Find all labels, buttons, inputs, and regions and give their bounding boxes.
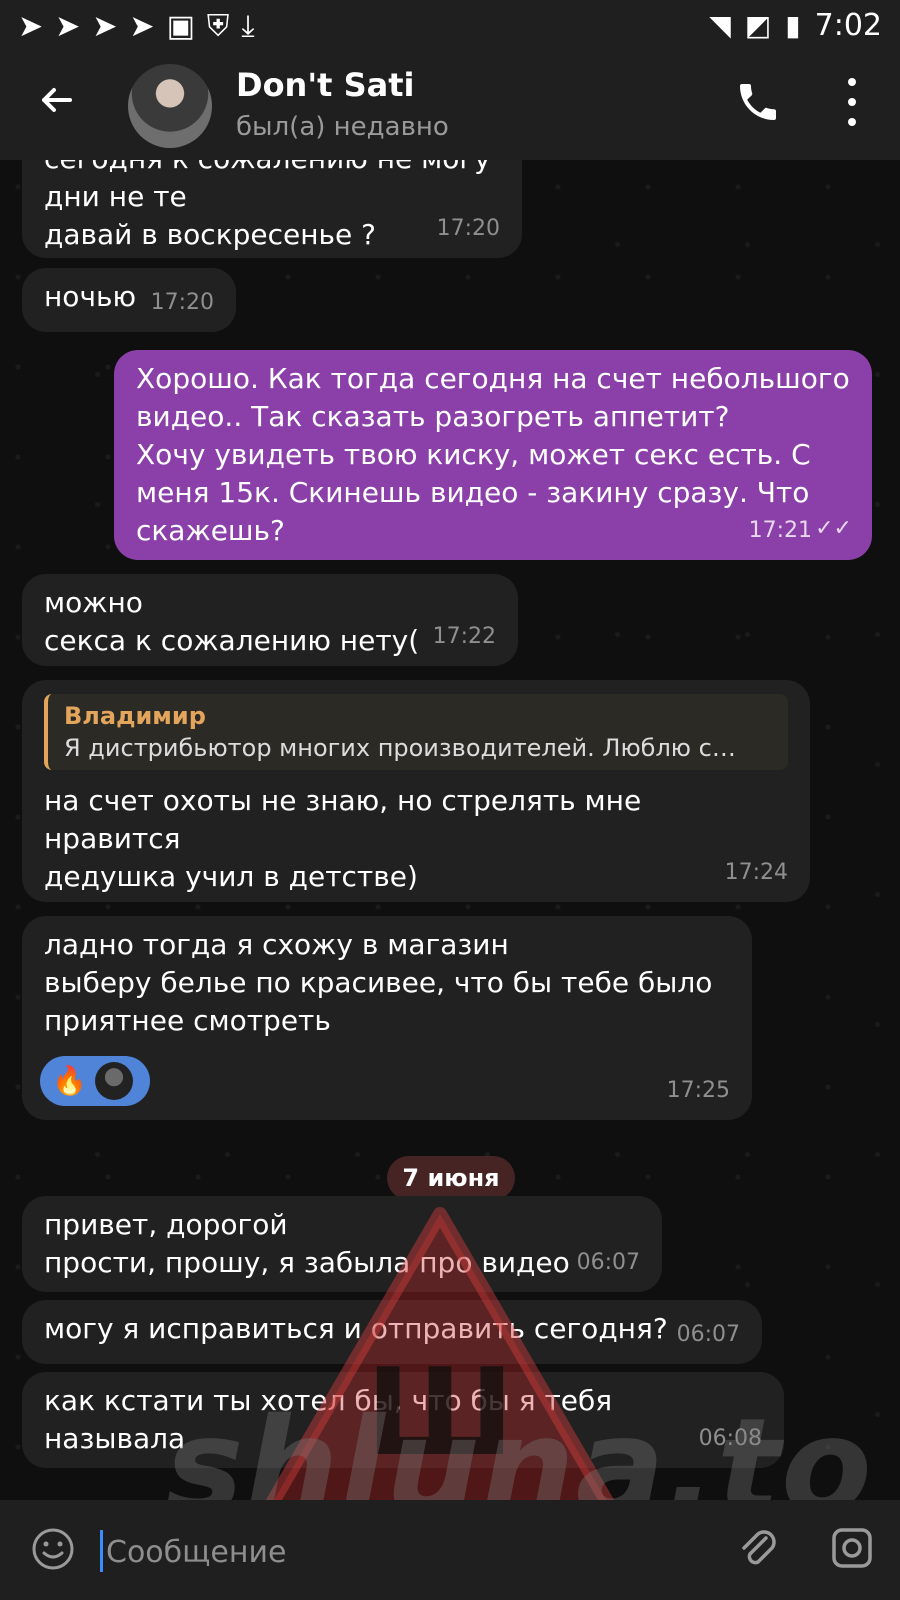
message-text: Хорошо. Как тогда сегодня на счет неболь… — [136, 362, 850, 547]
message-bubble-incoming[interactable]: ладно тогда я схожу в магазин выберу бел… — [22, 916, 752, 1120]
status-bar: ➤ ➤ ➤ ➤ ▣ ⛨ ⤓ ◥ ◩ ▮ 7:02 — [0, 0, 900, 52]
message-bubble-incoming[interactable]: ночью 17:20 — [22, 268, 236, 332]
battery-icon: ▮ — [785, 9, 801, 42]
no-signal-icon: ◩ — [744, 9, 772, 42]
message-time: 17:25 — [666, 1078, 730, 1103]
message-time: 17:20 — [436, 216, 500, 241]
contact-status: был(а) недавно — [236, 112, 449, 142]
reactor-avatar — [94, 1062, 133, 1100]
notification-icons: ➤ ➤ ➤ ➤ ▣ ⛨ ⤓ — [0, 9, 255, 44]
attach-button[interactable] — [734, 1524, 782, 1572]
status-time: 7:02 — [814, 8, 882, 43]
back-button[interactable] — [36, 80, 76, 130]
message-bubble-incoming[interactable]: можно секса к сожалению нету( 17:22 — [22, 574, 518, 666]
watermark-text: shluna.to — [165, 1390, 873, 1500]
message-text: сегодня к сожалению не могу дни не те да… — [44, 160, 491, 251]
message-text: можно секса к сожалению нету( — [44, 586, 420, 657]
fire-reaction-icon: 🔥 — [52, 1064, 87, 1097]
send-icon: ➤ — [92, 8, 118, 44]
contact-name[interactable]: Don't Sati — [236, 66, 414, 104]
message-time: 06:07 — [676, 1322, 740, 1347]
wifi-icon: ◥ — [709, 9, 731, 42]
chat-header: Don't Sati был(а) недавно — [0, 52, 900, 160]
phone-icon — [740, 84, 776, 120]
more-menu-button[interactable] — [840, 78, 864, 126]
read-checkmarks-icon: ✓✓ — [815, 516, 852, 541]
reaction-chip[interactable]: 🔥 — [40, 1056, 150, 1106]
camera-button[interactable] — [828, 1524, 876, 1572]
send-icon: ➤ — [55, 8, 81, 44]
reply-text: Я дистрибьютор многих производителей. Лю… — [64, 734, 736, 762]
date-divider: 7 июня — [387, 1156, 515, 1200]
emoji-button[interactable] — [30, 1526, 76, 1572]
shield-icon: ⛨ — [206, 8, 230, 44]
message-list[interactable]: сегодня к сожалению не могу дни не те да… — [0, 160, 900, 1500]
text-caret — [100, 1530, 103, 1572]
more-dot-icon — [848, 118, 856, 126]
call-button[interactable] — [734, 78, 782, 126]
send-icon: ➤ — [129, 8, 155, 44]
message-time: 17:21 — [748, 518, 812, 543]
reply-author: Владимир — [64, 702, 206, 730]
message-time: 17:22 — [432, 624, 496, 649]
send-icon: ➤ — [18, 8, 44, 44]
message-text: на счет охоты не знаю, но стрелять мне н… — [44, 784, 642, 893]
message-time: 17:24 — [724, 860, 788, 885]
message-bubble-incoming[interactable]: сегодня к сожалению не могу дни не те да… — [22, 160, 522, 258]
emoji-icon — [32, 1528, 74, 1570]
more-dot-icon — [848, 78, 856, 86]
system-status: ◥ ◩ ▮ 7:02 — [709, 8, 882, 43]
more-dot-icon — [848, 98, 856, 106]
message-bubble-outgoing[interactable]: Хорошо. Как тогда сегодня на счет неболь… — [114, 350, 872, 560]
camera-icon — [832, 1528, 872, 1568]
download-icon: ⤓ — [241, 8, 255, 44]
message-bubble-incoming[interactable]: Владимир Я дистрибьютор многих производи… — [22, 680, 810, 902]
reply-quote[interactable]: Владимир Я дистрибьютор многих производи… — [44, 694, 788, 770]
contact-avatar[interactable] — [128, 64, 212, 148]
paperclip-icon — [742, 1530, 776, 1565]
message-text: ладно тогда я схожу в магазин выберу бел… — [44, 928, 713, 1037]
back-arrow-icon — [42, 88, 72, 112]
message-input[interactable] — [104, 1528, 668, 1576]
image-icon: ▣ — [166, 8, 195, 44]
message-time: 17:20 — [150, 290, 214, 315]
message-composer — [0, 1500, 900, 1600]
